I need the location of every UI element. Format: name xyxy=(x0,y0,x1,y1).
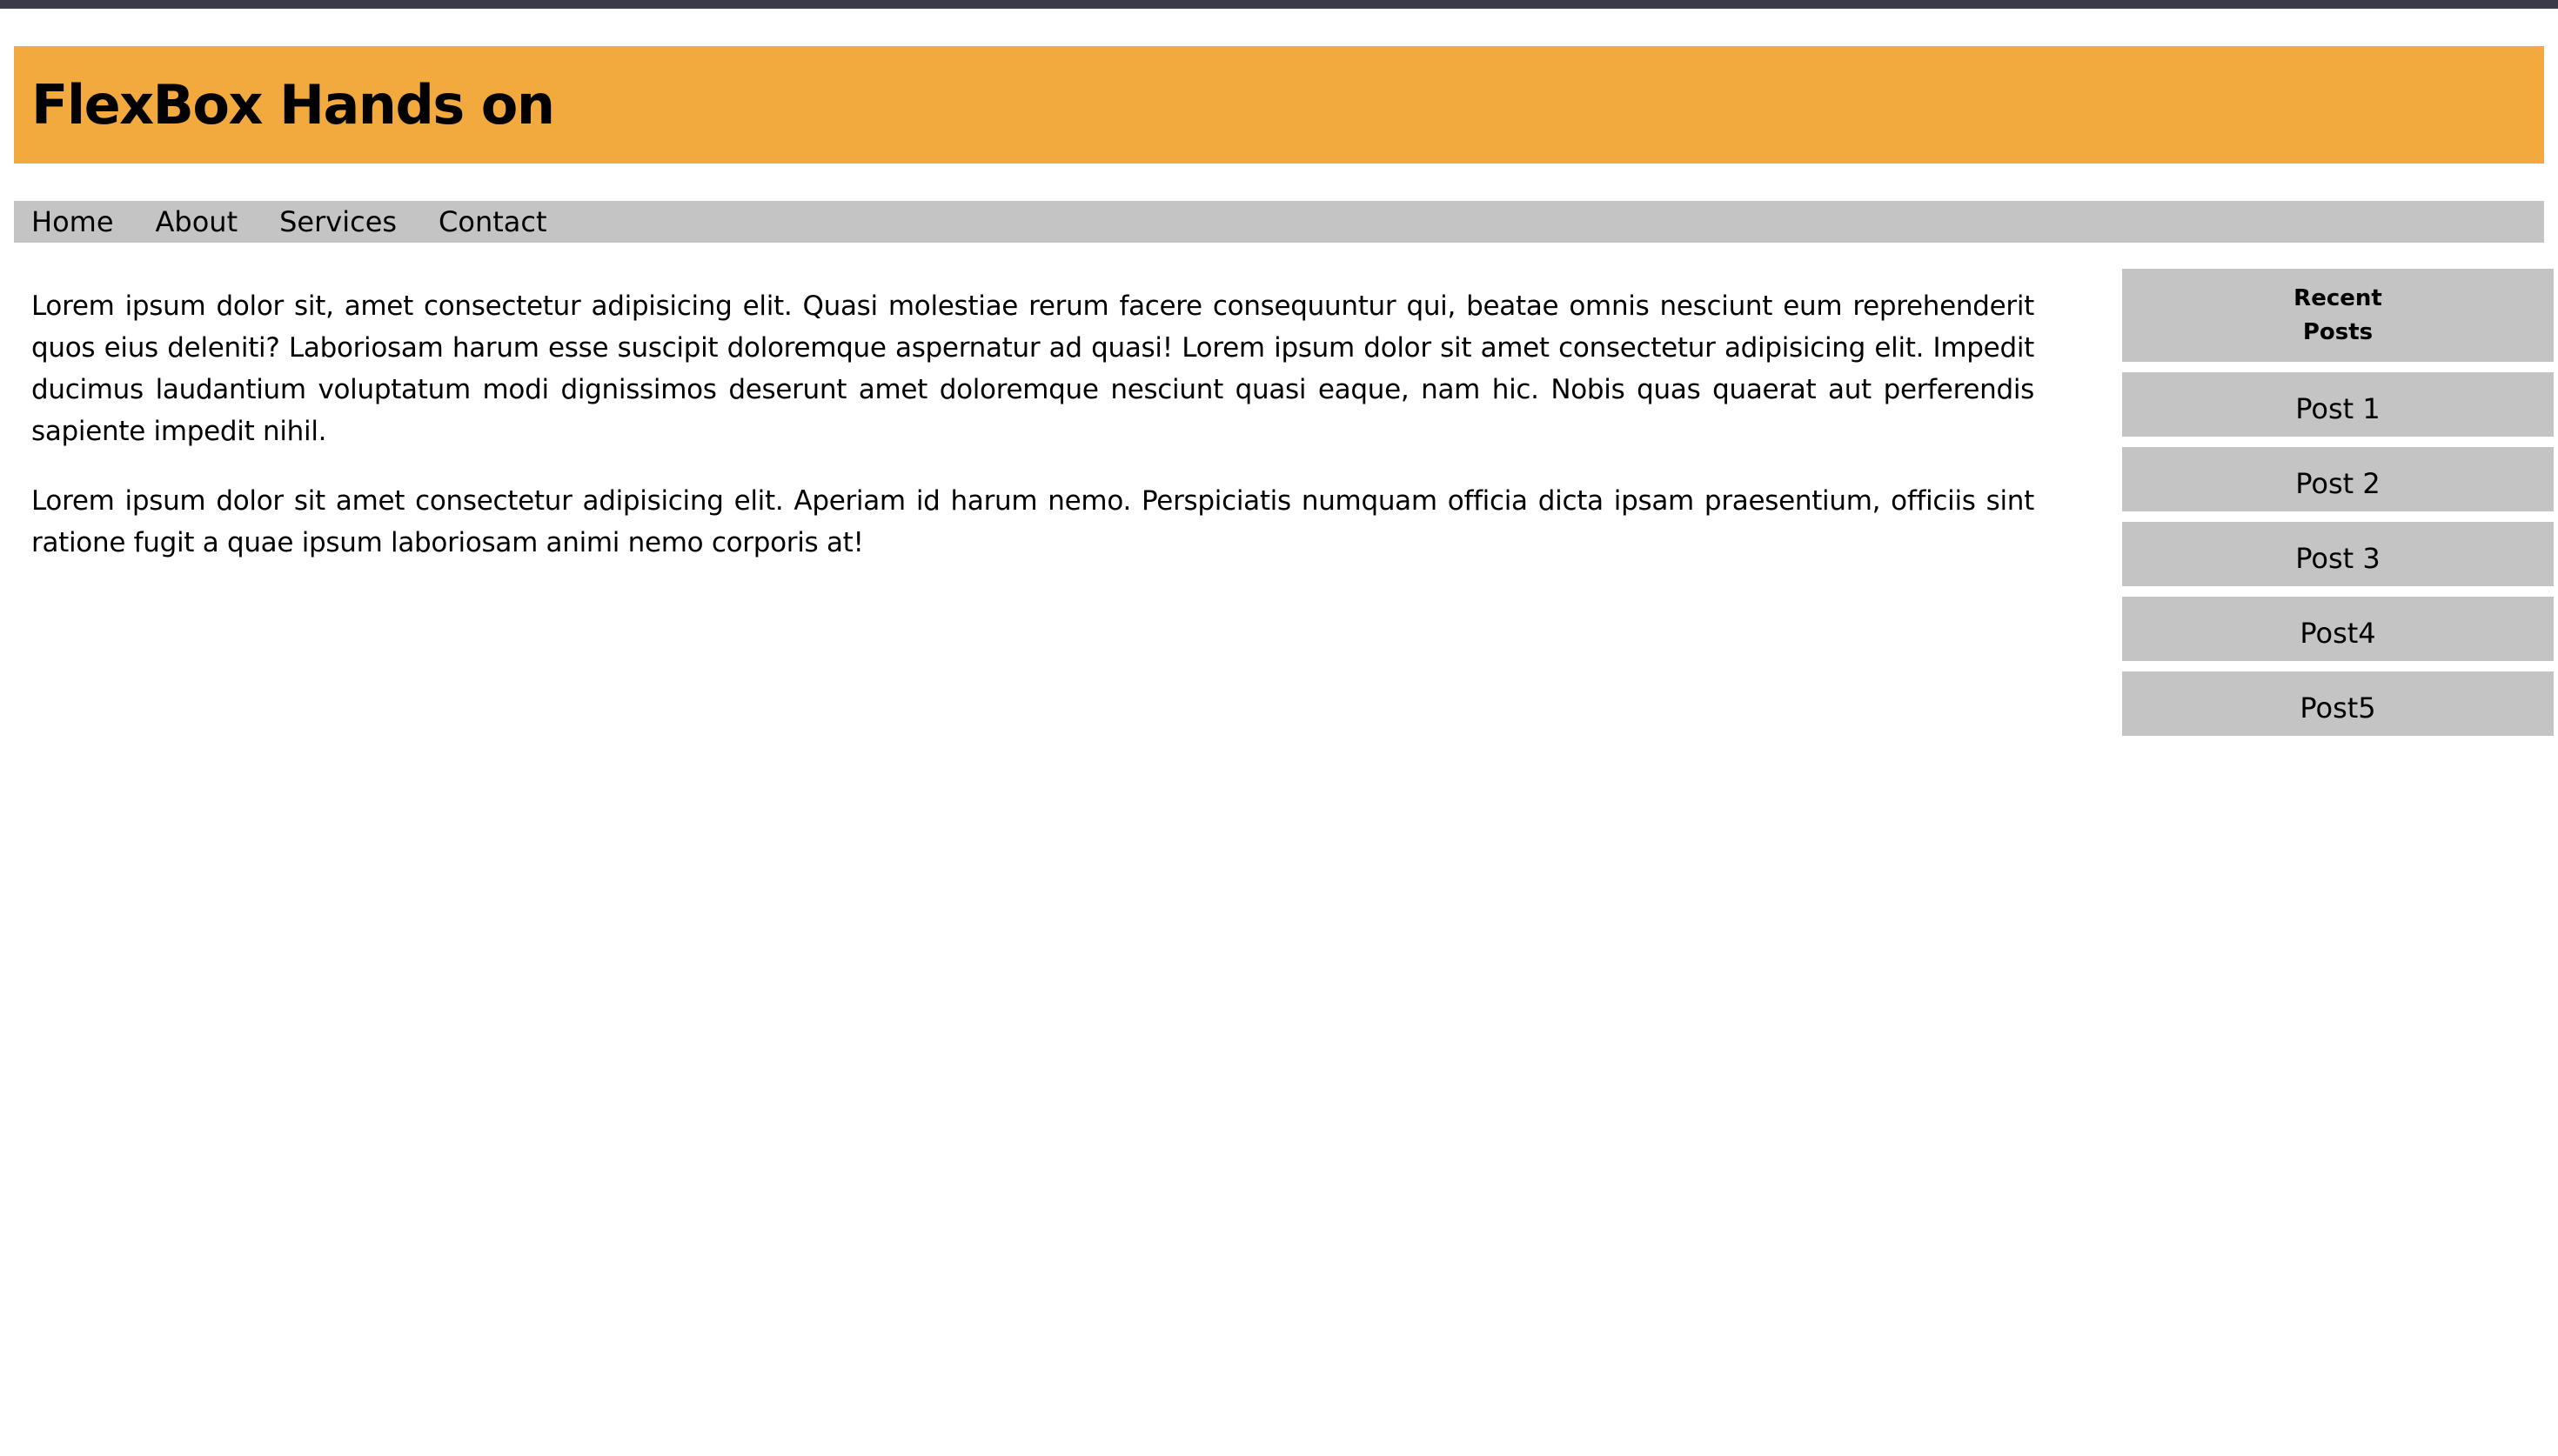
nav-link-about[interactable]: About xyxy=(156,208,238,236)
sidebar-post-5[interactable]: Post5 xyxy=(2122,671,2554,736)
content-paragraph-1: Lorem ipsum dolor sit, amet consectetur … xyxy=(31,291,2034,447)
sidebar: Recent Posts Post 1 Post 2 Post 3 Post4 … xyxy=(2122,269,2554,746)
sidebar-post-4[interactable]: Post4 xyxy=(2122,597,2554,661)
nav-link-home[interactable]: Home xyxy=(31,208,114,236)
page-title: FlexBox Hands on xyxy=(31,72,555,137)
content-paragraph-2: Lorem ipsum dolor sit amet consectetur a… xyxy=(31,485,2034,558)
nav-link-contact[interactable]: Contact xyxy=(439,208,547,236)
top-strip xyxy=(0,0,2558,9)
site-header: FlexBox Hands on xyxy=(14,46,2544,164)
sidebar-post-3[interactable]: Post 3 xyxy=(2122,522,2554,586)
sidebar-post-2[interactable]: Post 2 xyxy=(2122,447,2554,511)
nav-link-services[interactable]: Services xyxy=(279,208,397,236)
main-content: Lorem ipsum dolor sit, amet consectetur … xyxy=(31,285,2034,591)
main-nav: Home About Services Contact xyxy=(14,201,2544,243)
sidebar-post-1[interactable]: Post 1 xyxy=(2122,372,2554,437)
sidebar-heading: Recent Posts xyxy=(2122,269,2554,362)
